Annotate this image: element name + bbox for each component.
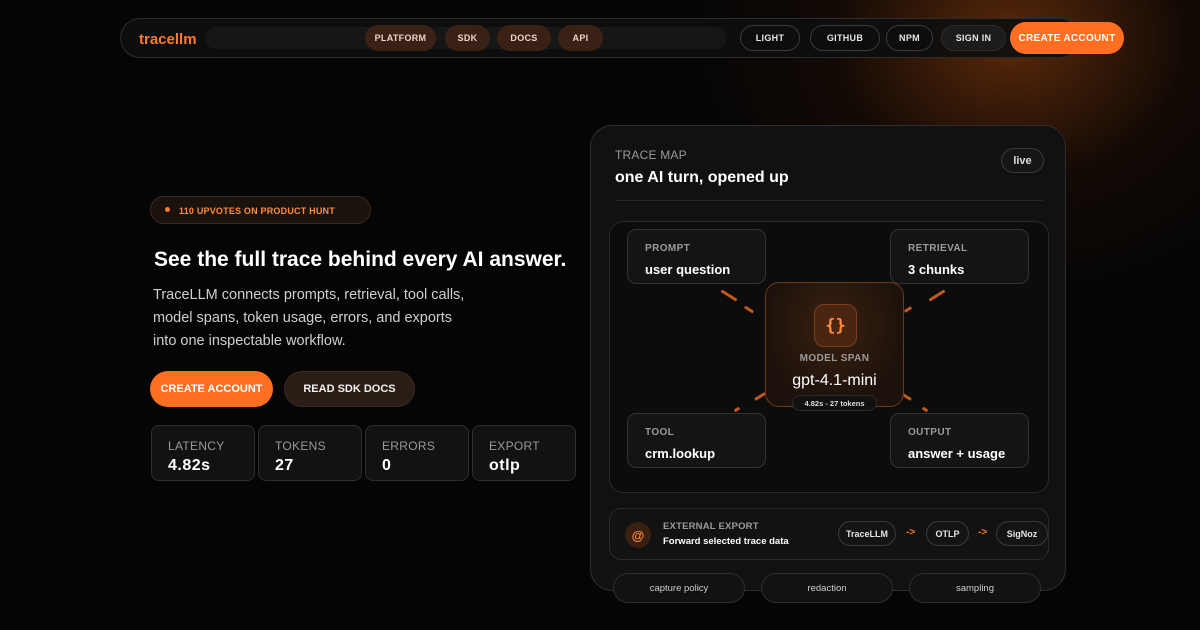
- hero-subtitle-line: into one inspectable workflow.: [153, 333, 346, 349]
- at-sign-icon: @: [625, 522, 651, 548]
- connector-prompt: [720, 289, 738, 302]
- stat-label: EXPORT: [489, 439, 540, 453]
- node-label: PROMPT: [645, 243, 691, 254]
- card-divider: [615, 200, 1043, 201]
- stat-tokens: TOKENS 27: [258, 425, 362, 481]
- badge-dot: [165, 207, 170, 212]
- export-step-signoz[interactable]: SigNoz: [996, 521, 1048, 546]
- model-span-value: gpt-4.1-mini: [792, 372, 877, 389]
- hero-subtitle: TraceLLM connects prompts, retrieval, to…: [153, 284, 483, 353]
- model-span-label: MODEL SPAN: [799, 353, 870, 364]
- node-value: 3 chunks: [908, 262, 965, 277]
- connector-retrieval: [903, 306, 913, 313]
- nav-link-api[interactable]: API: [558, 25, 603, 51]
- stat-label: TOKENS: [275, 439, 326, 453]
- product-hunt-badge[interactable]: 110 UPVOTES ON PRODUCT HUNT: [150, 196, 371, 224]
- nav-link-sdk[interactable]: SDK: [445, 25, 490, 51]
- stat-errors: ERRORS 0: [365, 425, 469, 481]
- live-badge: live: [1001, 148, 1044, 173]
- stat-value: 4.82s: [168, 457, 211, 474]
- node-value: crm.lookup: [645, 446, 716, 461]
- top-nav: tracellm PLATFORM SDK DOCS API LIGHT GIT…: [120, 18, 1124, 58]
- tab-redaction[interactable]: redaction: [761, 573, 893, 603]
- node-retrieval[interactable]: RETRIEVAL 3 chunks: [890, 229, 1029, 284]
- stat-value: 0: [382, 457, 392, 474]
- node-label: RETRIEVAL: [908, 243, 968, 254]
- tab-sampling[interactable]: sampling: [909, 573, 1041, 603]
- arrow-icon: ->: [978, 527, 988, 538]
- node-value: user question: [645, 262, 731, 277]
- model-span-node[interactable]: {} MODEL SPAN gpt-4.1-mini 4.82s - 27 to…: [765, 282, 904, 411]
- stat-export: EXPORT otlp: [472, 425, 576, 481]
- light-mode-toggle[interactable]: LIGHT: [740, 25, 800, 51]
- card-kicker: TRACE MAP: [615, 148, 687, 162]
- node-value: answer + usage: [908, 446, 1006, 461]
- hero-headline: See the full trace behind every AI answe…: [154, 248, 567, 271]
- create-account-button[interactable]: CREATE ACCOUNT: [150, 371, 273, 407]
- trace-map: PROMPT user question RETRIEVAL 3 chunks …: [609, 221, 1049, 493]
- node-tool[interactable]: TOOL crm.lookup: [627, 413, 766, 468]
- nav-link-docs[interactable]: DOCS: [497, 25, 551, 51]
- card-title: one AI turn, opened up: [615, 169, 789, 186]
- connector-prompt: [743, 305, 755, 314]
- hero-subtitle-line: model spans, token usage, errors, and ex…: [153, 310, 453, 326]
- export-description: Forward selected trace data: [663, 536, 789, 547]
- export-label: EXTERNAL EXPORT: [663, 521, 759, 532]
- stat-value: otlp: [489, 457, 521, 474]
- node-output[interactable]: OUTPUT answer + usage: [890, 413, 1029, 468]
- node-label: OUTPUT: [908, 427, 952, 438]
- external-export-row: @ EXTERNAL EXPORT Forward selected trace…: [609, 508, 1049, 560]
- read-sdk-docs-button[interactable]: READ SDK DOCS: [284, 371, 415, 407]
- stat-label: LATENCY: [168, 439, 225, 453]
- connector-tool: [733, 406, 741, 413]
- node-prompt[interactable]: PROMPT user question: [627, 229, 766, 284]
- stat-latency: LATENCY 4.82s: [151, 425, 255, 481]
- stat-value: 27: [275, 457, 294, 474]
- connector-output: [921, 406, 929, 413]
- github-link[interactable]: GITHUB: [810, 25, 880, 51]
- connector-retrieval: [928, 289, 946, 302]
- node-label: TOOL: [645, 427, 675, 438]
- badge-text: 110 UPVOTES ON PRODUCT HUNT: [179, 206, 335, 216]
- code-braces-icon: {}: [814, 304, 857, 347]
- nav-link-platform[interactable]: PLATFORM: [365, 25, 436, 51]
- export-step-otlp[interactable]: OTLP: [926, 521, 969, 546]
- brand-logo[interactable]: tracellm: [139, 31, 197, 48]
- npm-link[interactable]: NPM: [886, 25, 933, 51]
- sign-in-button[interactable]: SIGN IN: [941, 25, 1006, 51]
- nav-create-account-button[interactable]: CREATE ACCOUNT: [1010, 22, 1124, 54]
- hero-subtitle-line: TraceLLM connects prompts, retrieval, to…: [153, 287, 465, 303]
- export-step-tracellm[interactable]: TraceLLM: [838, 521, 896, 546]
- arrow-icon: ->: [906, 527, 916, 538]
- stat-label: ERRORS: [382, 439, 436, 453]
- model-span-meta: 4.82s - 27 tokens: [792, 395, 877, 411]
- trace-map-card: TRACE MAP one AI turn, opened up live PR…: [590, 125, 1066, 603]
- tab-capture-policy[interactable]: capture policy: [613, 573, 745, 603]
